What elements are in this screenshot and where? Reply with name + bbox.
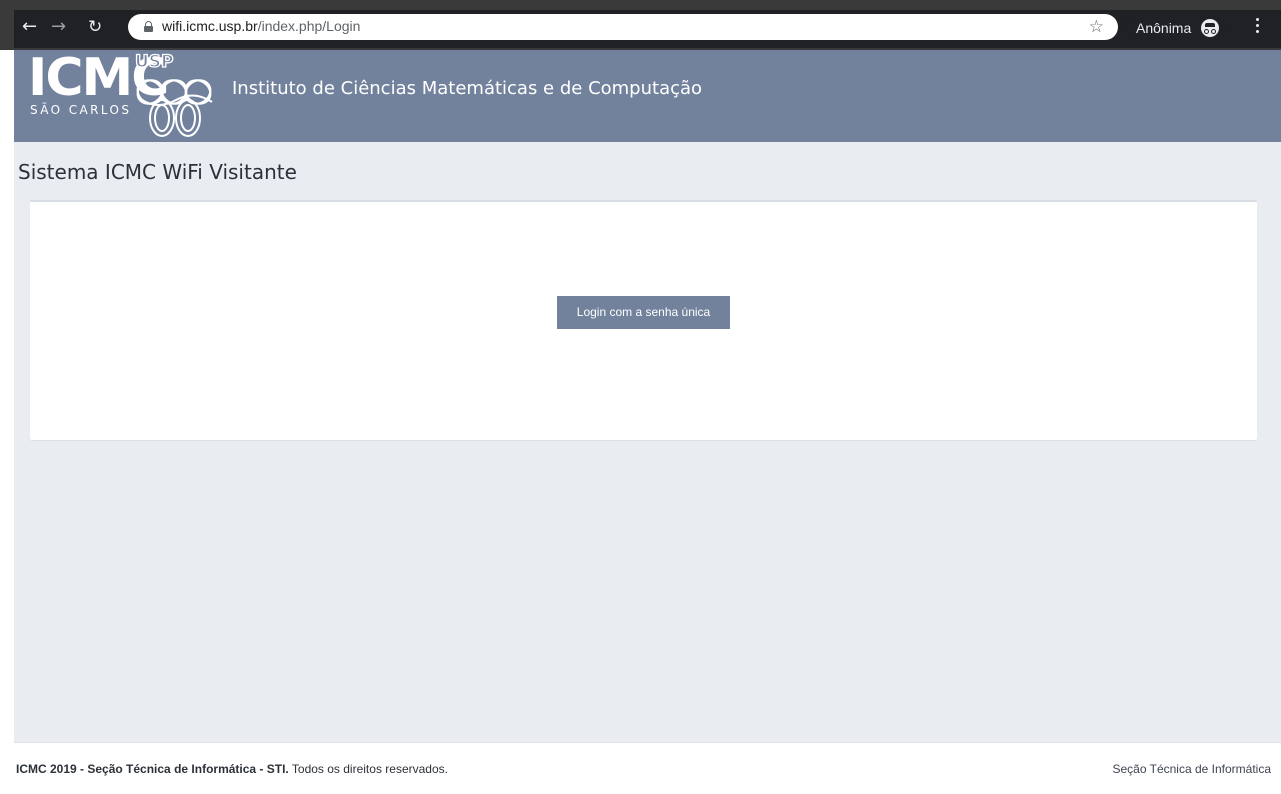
footer-copyright-rest: Todos os direitos reservados. [291,762,448,776]
page-viewport: ICMC SÃO CARLOS USP Instituto de Ciência… [14,50,1281,794]
forward-arrow-icon[interactable]: → [51,18,66,36]
url-text[interactable]: wifi.icmc.usp.br/index.php/Login [162,18,360,34]
profile-label: Anônima [1136,20,1192,36]
address-bar[interactable]: wifi.icmc.usp.br/index.php/Login ☆ [128,14,1118,40]
incognito-profile-button[interactable]: Anônima [1124,16,1226,40]
page-footer: ICMC 2019 - Seção Técnica de Informática… [14,742,1281,794]
star-icon[interactable]: ☆ [1089,17,1104,37]
logo-sao-carlos-text: SÃO CARLOS [30,103,132,117]
kebab-menu-icon[interactable] [1256,18,1260,34]
login-card: Login com a senha única [30,200,1257,440]
login-senha-unica-button[interactable]: Login com a senha única [557,296,730,329]
reload-icon[interactable]: ↻ [88,18,102,36]
usp-knot-icon [136,79,213,137]
browser-chrome: ← → ↻ wifi.icmc.usp.br/index.php/Login ☆… [0,0,1281,50]
url-host: wifi.icmc.usp.br [162,18,258,34]
back-arrow-icon[interactable]: ← [22,18,37,36]
site-header: ICMC SÃO CARLOS USP Instituto de Ciência… [14,50,1281,142]
lock-icon[interactable] [144,21,153,32]
url-path: /index.php/Login [257,18,361,34]
institute-name: Instituto de Ciências Matemáticas e de C… [232,78,703,99]
footer-copyright: ICMC 2019 - Seção Técnica de Informática… [16,762,448,776]
footer-copyright-bold: ICMC 2019 - Seção Técnica de Informática… [16,762,289,776]
icmc-logo[interactable]: ICMC SÃO CARLOS USP [28,51,228,140]
incognito-icon [1201,19,1220,37]
page-title: Sistema ICMC WiFi Visitante [18,160,297,184]
logo-usp-text: USP [134,51,174,72]
footer-sti-link[interactable]: Seção Técnica de Informática [1112,762,1271,776]
